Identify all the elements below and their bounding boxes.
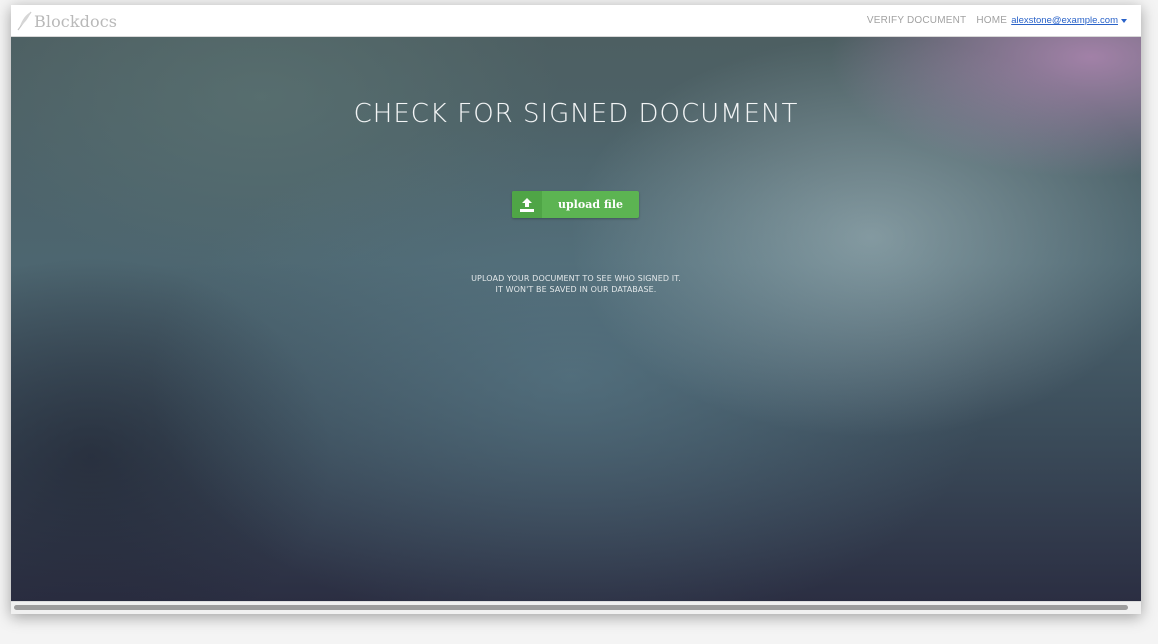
user-email: alexstone@example.com: [1011, 15, 1118, 26]
brand-name: Blockdocs: [34, 11, 118, 31]
horizontal-scrollbar[interactable]: [11, 601, 1141, 614]
info-line-1: UPLOAD YOUR DOCUMENT TO SEE WHO SIGNED I…: [471, 274, 681, 283]
brand-logo[interactable]: Blockdocs: [17, 9, 117, 33]
upload-icon: [512, 191, 542, 218]
page-title: CHECK FOR SIGNED DOCUMENT: [353, 99, 799, 129]
browser-window: Blockdocs VERIFY DOCUMENT HOME alexstone…: [11, 5, 1141, 614]
nav-verify-document[interactable]: VERIFY DOCUMENT: [867, 15, 967, 26]
caret-down-icon[interactable]: [1121, 18, 1127, 23]
navbar: Blockdocs VERIFY DOCUMENT HOME alexstone…: [11, 5, 1141, 37]
user-menu[interactable]: alexstone@example.com: [1011, 15, 1118, 26]
hero-section: CHECK FOR SIGNED DOCUMENT upload file UP…: [11, 37, 1141, 602]
feather-icon: [17, 11, 33, 31]
nav-links: VERIFY DOCUMENT HOME alexstone@example.c…: [857, 5, 1127, 36]
scrollbar-thumb[interactable]: [14, 605, 1128, 610]
nav-home[interactable]: HOME: [976, 15, 1007, 26]
upload-file-button[interactable]: upload file: [512, 191, 639, 218]
upload-button-label: upload file: [557, 198, 624, 211]
upload-info-text: UPLOAD YOUR DOCUMENT TO SEE WHO SIGNED I…: [11, 273, 1141, 295]
info-line-2: IT WON'T BE SAVED IN OUR DATABASE.: [495, 285, 657, 294]
